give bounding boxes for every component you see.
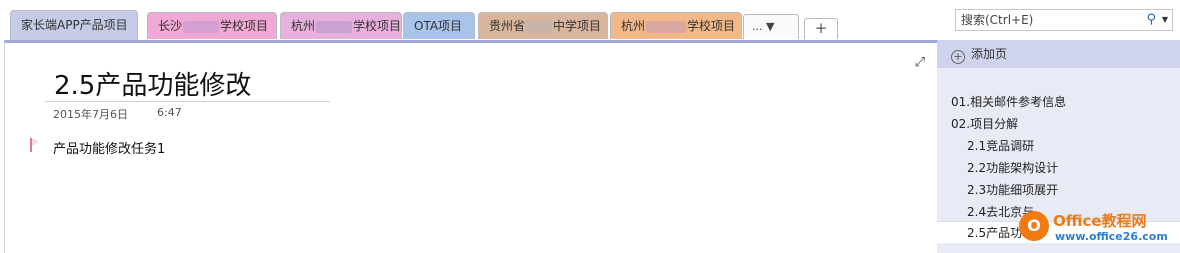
tab-label-prefix: 长沙: [158, 19, 183, 33]
add-section-button[interactable]: +: [804, 18, 838, 39]
tab-label: OTA项目: [414, 19, 463, 33]
add-page-button[interactable]: + 添加页: [937, 40, 1180, 68]
add-page-label: 添加页: [971, 47, 1008, 61]
page-item[interactable]: 2.3功能细项展开: [967, 181, 1058, 198]
tab-label-suffix: 学校项目: [220, 19, 269, 33]
page-time: 6:47: [157, 106, 182, 119]
search-input[interactable]: 搜索(Ctrl+E) ⚲ ▼: [955, 9, 1173, 31]
watermark-url: www.office26.com: [1055, 230, 1168, 243]
page-title[interactable]: 2.5产品功能修改: [54, 65, 251, 102]
tab-label-prefix: 贵州省: [489, 19, 526, 33]
page-item[interactable]: 2.2功能架构设计: [967, 159, 1058, 176]
section-tab-bar: 家长端APP产品项目 长沙 学校项目 杭州 学校项目 OTA项目 贵州省 中学项目 杭…: [0, 0, 1180, 40]
task-note[interactable]: 产品功能修改任务1: [53, 138, 165, 157]
tab-hangzhou-school-project[interactable]: 杭州 学校项目: [280, 12, 402, 39]
page-item[interactable]: 01.相关邮件参考信息: [951, 93, 1066, 110]
tab-parent-app-project[interactable]: 家长端APP产品项目: [10, 10, 138, 40]
tab-label: 家长端APP产品项目: [21, 18, 128, 32]
expand-icon[interactable]: ⤢: [915, 55, 925, 70]
redacted-text: [646, 20, 687, 33]
page-item[interactable]: 2.1竞品调研: [967, 137, 1034, 154]
tab-label-prefix: 杭州: [621, 19, 646, 33]
watermark: O Office教程网 www.office26.com: [1015, 208, 1175, 246]
tab-ota-project[interactable]: OTA项目: [403, 12, 475, 39]
tab-label-suffix: 学校项目: [687, 19, 736, 33]
chevron-down-icon[interactable]: ▼: [1162, 10, 1168, 30]
page-date: 2015年7月6日: [53, 108, 128, 121]
more-sections-button[interactable]: ... ▼: [743, 14, 799, 39]
tab-guizhou-middle-school-project[interactable]: 贵州省 中学项目: [478, 12, 608, 39]
redacted-text: [316, 20, 353, 33]
tab-label-suffix: 中学项目: [553, 19, 602, 33]
office-logo-icon: O: [1019, 211, 1049, 241]
redacted-text: [183, 20, 220, 33]
redacted-text: [526, 20, 553, 33]
tab-changsha-school-project[interactable]: 长沙 学校项目: [147, 12, 277, 39]
note-page[interactable]: 2.5产品功能修改 2015年7月6日 6:47 产品功能修改任务1 ⤢: [4, 40, 937, 253]
title-divider: [45, 101, 330, 102]
tab-label-suffix: 学校项目: [353, 19, 402, 33]
tab-label-prefix: 杭州: [291, 19, 316, 33]
tag-flag-icon[interactable]: [30, 138, 39, 152]
search-placeholder: 搜索(Ctrl+E): [961, 13, 1034, 27]
watermark-brand: Office教程网: [1053, 212, 1147, 230]
add-circle-icon: +: [951, 50, 965, 64]
page-item[interactable]: 02.项目分解: [951, 115, 1018, 132]
tab-hangzhou-school-project-2[interactable]: 杭州 学校项目: [610, 12, 742, 39]
search-icon[interactable]: ⚲: [1146, 10, 1156, 30]
